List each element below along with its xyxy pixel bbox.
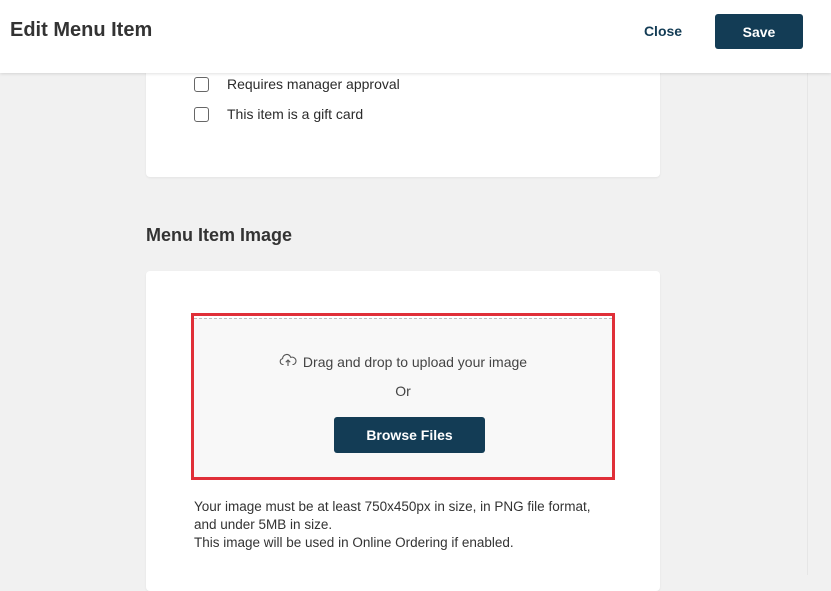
close-button[interactable]: Close: [636, 20, 690, 42]
image-dropzone[interactable]: Drag and drop to upload your image Or Br…: [194, 318, 612, 477]
browse-files-button[interactable]: Browse Files: [334, 417, 485, 453]
manager-approval-checkbox[interactable]: [194, 76, 209, 92]
online-ordering-note: This image will be used in Online Orderi…: [194, 535, 514, 550]
cloud-upload-icon: [279, 353, 303, 370]
page-title: Edit Menu Item: [10, 19, 153, 41]
gift-card-checkbox[interactable]: [194, 106, 209, 122]
manager-approval-option[interactable]: Requires manager approval: [194, 76, 400, 92]
image-requirements-line: Your image must be at least 750x450px in…: [194, 499, 591, 532]
scrollbar[interactable]: [807, 73, 831, 575]
or-separator: Or: [395, 383, 411, 399]
gift-card-label: This item is a gift card: [227, 106, 364, 122]
gift-card-option[interactable]: This item is a gift card: [194, 106, 363, 122]
manager-approval-label: Requires manager approval: [227, 76, 400, 92]
top-bar: Edit Menu Item Close Save: [0, 0, 831, 73]
image-section-heading: Menu Item Image: [146, 225, 293, 245]
drag-drop-prompt: Drag and drop to upload your image: [194, 353, 612, 370]
drag-drop-text: Drag and drop to upload your image: [302, 353, 528, 370]
save-button[interactable]: Save: [715, 14, 803, 49]
image-requirements-text: Your image must be at least 750x450px in…: [194, 498, 614, 552]
